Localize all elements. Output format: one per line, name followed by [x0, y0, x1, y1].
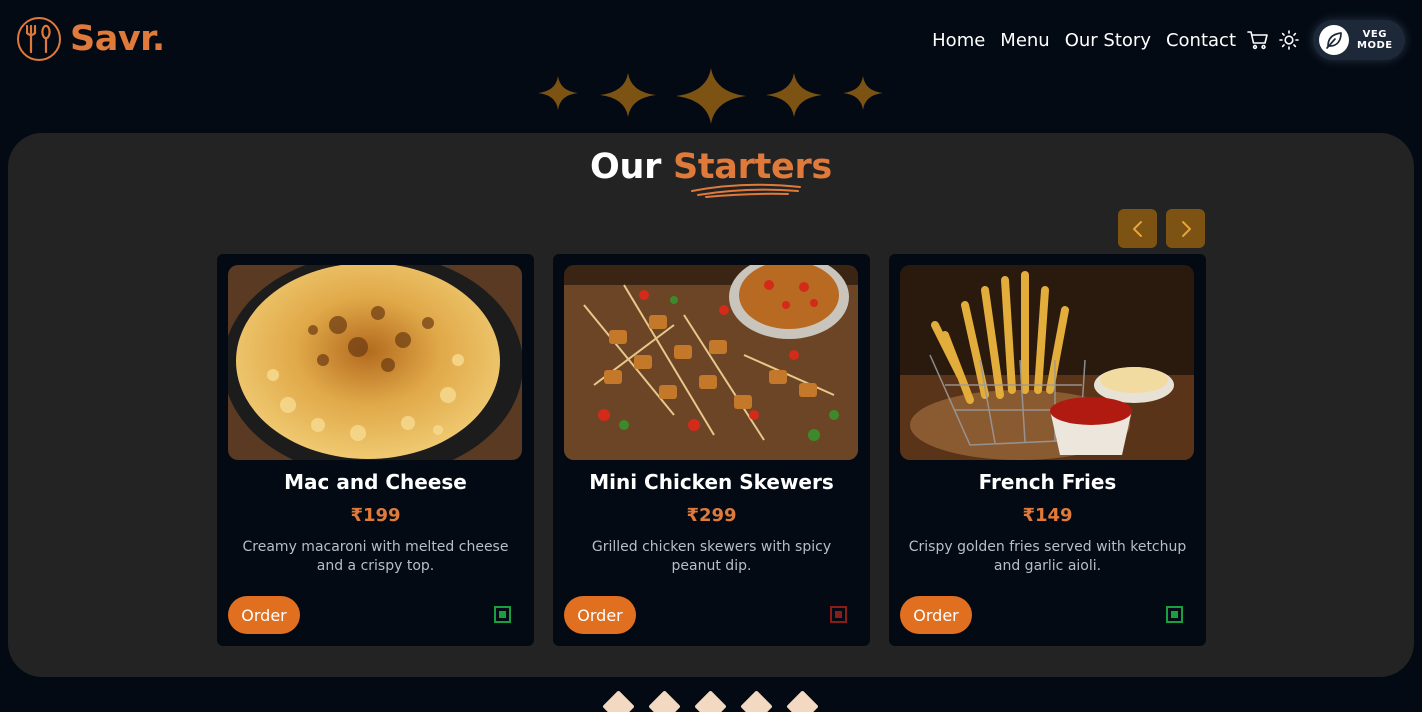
- veg-indicator-icon: [1166, 606, 1183, 623]
- dish-description: Grilled chicken skewers with spicy peanu…: [591, 539, 832, 574]
- star-icon: [600, 73, 656, 117]
- carousel-next-button[interactable]: [1166, 209, 1205, 248]
- food-image: [564, 265, 858, 460]
- decorative-stars: [0, 68, 1422, 128]
- dish-name: Mini Chicken Skewers: [589, 470, 834, 494]
- veg-mode-line1: VEG: [1362, 29, 1387, 40]
- veg-mode-line2: MODE: [1357, 40, 1393, 51]
- dish-price: ₹149: [1022, 505, 1073, 526]
- star-icon: [766, 73, 822, 117]
- starters-section: Our Starters Mac and Cheese ₹199 Creamy …: [8, 133, 1414, 677]
- menu-card: French Fries ₹149 Crispy golden fries se…: [889, 254, 1206, 646]
- dish-description: Crispy golden fries served with ketchup …: [908, 539, 1187, 574]
- cutlery-icon: [17, 17, 61, 61]
- food-image: [900, 265, 1194, 460]
- non-veg-indicator-icon: [830, 606, 847, 623]
- dish-price: ₹199: [350, 505, 401, 526]
- decorative-diamonds: [0, 690, 1422, 712]
- nav-link-home[interactable]: Home: [932, 30, 985, 51]
- dish-description: Creamy macaroni with melted cheese and a…: [242, 539, 509, 574]
- sun-icon[interactable]: [1277, 28, 1301, 52]
- cart-icon[interactable]: [1246, 28, 1270, 52]
- diamond-icon: [786, 690, 819, 712]
- star-icon: [676, 68, 746, 124]
- carousel-prev-button[interactable]: [1118, 209, 1157, 248]
- dish-name: French Fries: [978, 470, 1117, 494]
- menu-card: Mac and Cheese ₹199 Creamy macaroni with…: [217, 254, 534, 646]
- section-title-prefix: Our: [590, 147, 662, 187]
- diamond-icon: [648, 690, 681, 712]
- order-button[interactable]: Order: [564, 596, 636, 634]
- diamond-icon: [740, 690, 773, 712]
- food-image: [228, 265, 522, 460]
- veg-mode-toggle[interactable]: VEG MODE: [1313, 20, 1405, 60]
- diamond-icon: [602, 690, 635, 712]
- brand-name: Savr.: [70, 19, 165, 59]
- dish-name: Mac and Cheese: [284, 470, 467, 494]
- title-underline: [691, 183, 801, 198]
- veg-mode-label: VEG MODE: [1357, 29, 1393, 51]
- chevron-right-icon: [1181, 220, 1191, 237]
- menu-card: Mini Chicken Skewers ₹299 Grilled chicke…: [553, 254, 870, 646]
- nav-link-our-story[interactable]: Our Story: [1065, 30, 1151, 51]
- veg-indicator-icon: [494, 606, 511, 623]
- nav-link-menu[interactable]: Menu: [1000, 30, 1049, 51]
- star-icon: [843, 76, 883, 110]
- main-nav: Home Menu Our Story Contact VEG MODE: [932, 20, 1405, 60]
- order-button[interactable]: Order: [228, 596, 300, 634]
- brand-logo[interactable]: Savr.: [17, 17, 165, 61]
- nav-link-contact[interactable]: Contact: [1166, 30, 1236, 51]
- diamond-icon: [694, 690, 727, 712]
- leaf-icon: [1319, 25, 1349, 55]
- order-button[interactable]: Order: [900, 596, 972, 634]
- chevron-left-icon: [1132, 220, 1142, 237]
- dish-price: ₹299: [686, 505, 737, 526]
- star-icon: [538, 76, 578, 110]
